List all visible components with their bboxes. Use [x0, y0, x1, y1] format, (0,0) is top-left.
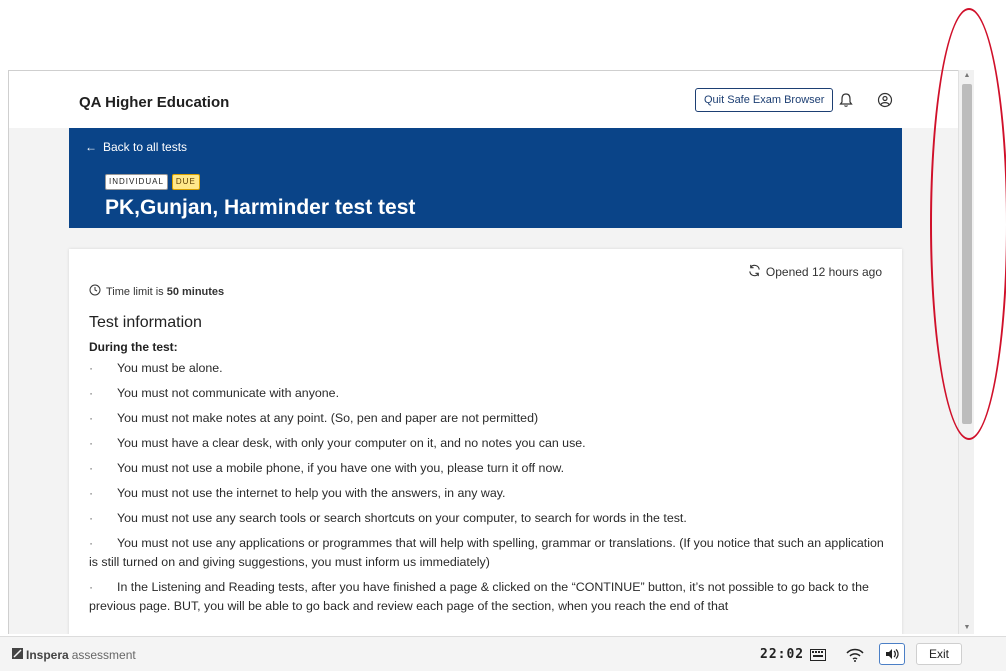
- keyboard-icon[interactable]: [809, 647, 827, 663]
- exit-button[interactable]: Exit: [916, 643, 962, 665]
- rule-item: · You must be alone.: [89, 359, 889, 378]
- test-info-card: Opened 12 hours ago Time limit is 50 min…: [69, 249, 902, 634]
- time-limit-prefix: Time limit is: [106, 285, 167, 298]
- clock-icon: [89, 284, 101, 299]
- bell-icon[interactable]: [836, 90, 856, 110]
- opened-label: Opened 12 hours ago: [765, 265, 882, 279]
- rule-item: · You must not use any search tools or se…: [89, 509, 889, 528]
- clock: 22:02: [760, 647, 805, 662]
- rule-item: · You must not use the internet to help y…: [89, 484, 889, 503]
- test-information-heading: Test information: [89, 314, 202, 331]
- due-badge: DUE: [171, 174, 200, 190]
- scroll-down-arrow-icon[interactable]: ▼: [963, 624, 971, 632]
- inspera-logo: Inspera assessment: [12, 648, 136, 662]
- rule-item: · You must not make notes at any point. (…: [89, 409, 889, 428]
- organization-name: QA Higher Education: [79, 94, 230, 111]
- during-test-subheading: During the test:: [89, 340, 178, 354]
- bullet: ·: [89, 536, 94, 550]
- rule-item: · In the Listening and Reading tests, aft…: [89, 580, 869, 613]
- bullet: ·: [89, 411, 94, 425]
- arrow-left-icon: ←: [85, 140, 97, 154]
- badges: INDIVIDUAL DUE: [105, 174, 200, 190]
- bullet: ·: [89, 386, 94, 400]
- bullet: ·: [89, 436, 94, 450]
- refresh-icon: [747, 263, 762, 281]
- rule-item: · You must not use a mobile phone, if you…: [89, 459, 889, 478]
- volume-icon[interactable]: [879, 643, 905, 665]
- bullet: ·: [89, 486, 94, 500]
- wifi-icon[interactable]: [846, 647, 864, 663]
- back-to-all-tests-link[interactable]: ← Back to all tests: [85, 140, 187, 154]
- time-limit-value: 50 minutes: [166, 285, 225, 298]
- time-limit: Time limit is 50 minutes: [89, 284, 224, 299]
- test-title: PK,Gunjan, Harminder test test: [105, 196, 416, 219]
- screen: QA Higher Education Quit Safe Exam Brows…: [0, 0, 1006, 671]
- user-circle-icon[interactable]: [875, 90, 895, 110]
- back-link-label: Back to all tests: [103, 140, 188, 154]
- rule-item: · You must not use any applications or pr…: [89, 536, 884, 569]
- bullet: ·: [89, 461, 94, 475]
- rule-item: · You must have a clear desk, with only y…: [89, 434, 889, 453]
- seb-taskbar: Inspera assessment 22:02 Exit: [0, 636, 1006, 671]
- bullet: ·: [89, 511, 94, 525]
- red-annotation-ellipse: [930, 8, 1006, 440]
- quit-safe-exam-browser-button[interactable]: Quit Safe Exam Browser: [695, 88, 834, 112]
- test-banner: ← Back to all tests INDIVIDUAL DUE PK,Gu…: [69, 128, 902, 228]
- top-bar: QA Higher Education Quit Safe Exam Brows…: [9, 71, 959, 128]
- opened-status: Opened 12 hours ago: [747, 263, 882, 281]
- browser-viewport: QA Higher Education Quit Safe Exam Brows…: [8, 70, 974, 634]
- bullet: ·: [89, 580, 94, 594]
- rule-item: · You must not communicate with anyone.: [89, 384, 889, 403]
- individual-badge: INDIVIDUAL: [105, 174, 168, 190]
- rules-list: · You must be alone. · You must not commun…: [89, 359, 889, 622]
- inspera-logo-icon: [12, 648, 23, 662]
- bullet: ·: [89, 361, 94, 375]
